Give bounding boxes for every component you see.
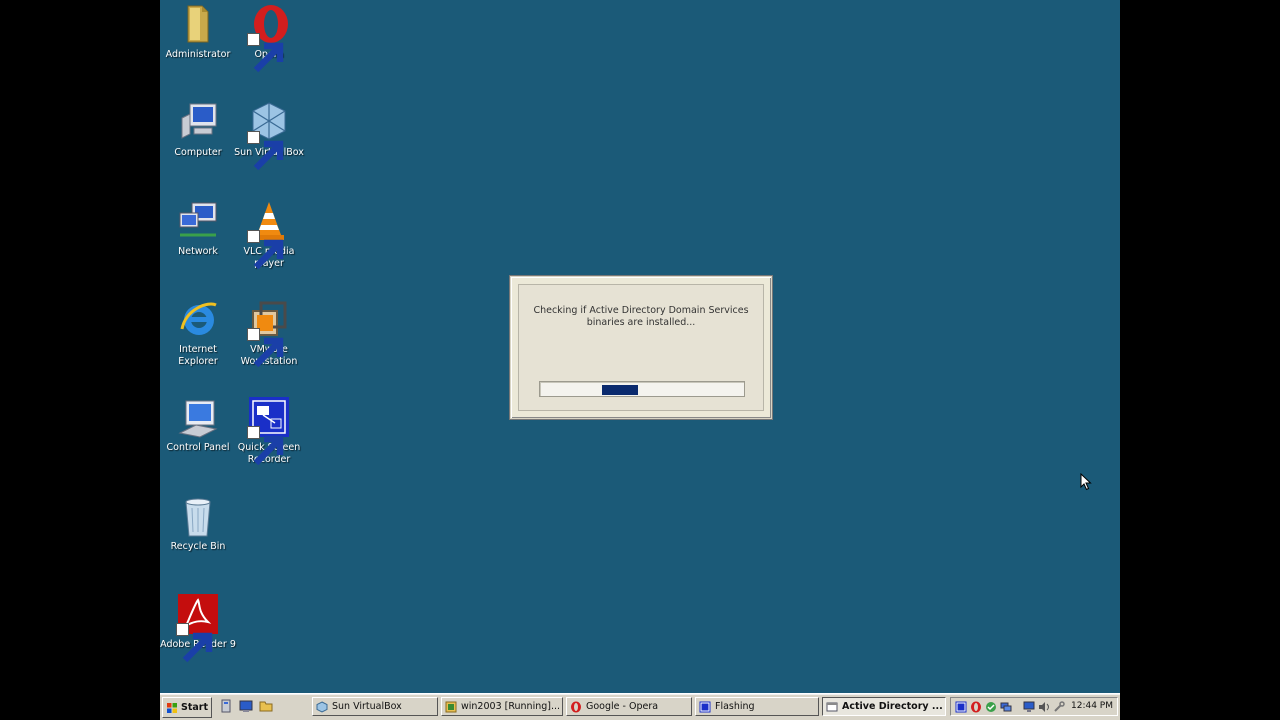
dialog-panel: Checking if Active Directory Domain Serv… bbox=[518, 284, 764, 411]
security-tray-icon[interactable] bbox=[985, 701, 997, 713]
shortcut-arrow-icon bbox=[247, 328, 284, 368]
desktop-icon-administrator[interactable]: Administrator bbox=[160, 2, 236, 61]
opera-icon bbox=[247, 2, 291, 73]
clock[interactable]: 12:44 PM bbox=[1071, 701, 1113, 711]
desktop-icon-label: Control Panel bbox=[166, 442, 230, 453]
windows-explorer-icon[interactable] bbox=[259, 699, 273, 713]
taskbar-item-win2003[interactable]: win2003 [Running]... bbox=[441, 697, 563, 716]
desktop-icon-label: Internet Explorer bbox=[178, 344, 218, 367]
desktop: Administrator Opera Computer Sun Virtual… bbox=[160, 0, 1120, 720]
opera-tray-icon[interactable] bbox=[970, 701, 982, 713]
control-panel-icon bbox=[176, 395, 220, 439]
progress-bar bbox=[539, 381, 745, 397]
network-tray-icon[interactable] bbox=[1000, 701, 1012, 713]
dialog-window-icon bbox=[826, 701, 838, 713]
network-icon bbox=[176, 199, 220, 243]
recorder-tray-icon[interactable] bbox=[955, 701, 967, 713]
recycle-bin-icon bbox=[176, 494, 220, 538]
taskbar-item-active-directory[interactable]: Active Directory ... bbox=[822, 697, 946, 716]
desktop-icon-virtualbox[interactable]: Sun VirtualBox bbox=[231, 100, 307, 171]
taskbar-item-sun-virtualbox[interactable]: Sun VirtualBox bbox=[312, 697, 438, 716]
virtualbox-icon bbox=[316, 700, 328, 713]
server-manager-icon[interactable] bbox=[219, 699, 233, 713]
display-tray-icon[interactable] bbox=[1023, 701, 1035, 713]
internet-explorer-icon bbox=[176, 297, 220, 341]
shortcut-arrow-icon bbox=[247, 33, 284, 73]
start-label: Start bbox=[180, 702, 209, 713]
show-desktop-icon[interactable] bbox=[239, 699, 253, 713]
desktop-icon-vmware[interactable]: VMware Workstation bbox=[231, 297, 307, 368]
volume-tray-icon[interactable] bbox=[1038, 701, 1050, 713]
tool-tray-icon[interactable] bbox=[1053, 701, 1065, 713]
desktop-icon-computer[interactable]: Computer bbox=[160, 100, 236, 159]
ad-install-progress-dialog: Checking if Active Directory Domain Serv… bbox=[510, 276, 772, 419]
dialog-message: Checking if Active Directory Domain Serv… bbox=[533, 305, 749, 328]
screen-recorder-icon bbox=[247, 395, 291, 466]
computer-icon bbox=[176, 100, 220, 144]
taskbar: Start Sun VirtualBox win2003 [Running]..… bbox=[160, 693, 1120, 720]
taskbar-item-label: Sun VirtualBox bbox=[332, 701, 402, 712]
system-tray: 12:44 PM bbox=[950, 697, 1118, 716]
desktop-icon-opera[interactable]: Opera bbox=[231, 2, 307, 73]
vmware-icon bbox=[247, 297, 291, 368]
taskbar-item-label: Flashing bbox=[715, 701, 755, 712]
desktop-icon-internet-explorer[interactable]: Internet Explorer bbox=[160, 297, 236, 368]
virtualbox-icon bbox=[247, 100, 291, 171]
taskbar-item-label: win2003 [Running]... bbox=[461, 701, 561, 712]
adobe-reader-icon bbox=[176, 592, 220, 663]
desktop-icon-network[interactable]: Network bbox=[160, 199, 236, 258]
desktop-icon-quick-screen-recorder[interactable]: Quick Screen Recorder bbox=[231, 395, 307, 466]
opera-icon bbox=[570, 701, 582, 713]
taskbar-item-label: Google - Opera bbox=[586, 701, 659, 712]
shortcut-arrow-icon bbox=[176, 623, 213, 663]
desktop-icon-vlc[interactable]: VLC media player bbox=[231, 199, 307, 270]
shortcut-arrow-icon bbox=[247, 230, 284, 270]
desktop-icon-recycle-bin[interactable]: Recycle Bin bbox=[160, 494, 236, 553]
desktop-icon-label: Administrator bbox=[165, 49, 231, 60]
taskbar-item-flashing[interactable]: Flashing bbox=[695, 697, 819, 716]
shortcut-arrow-icon bbox=[247, 131, 284, 171]
desktop-icon-control-panel[interactable]: Control Panel bbox=[160, 395, 236, 454]
vlc-cone-icon bbox=[247, 199, 291, 270]
taskbar-item-label: Active Directory ... bbox=[842, 701, 943, 712]
desktop-icon-label: Network bbox=[178, 246, 218, 257]
taskbar-item-google-opera[interactable]: Google - Opera bbox=[566, 697, 692, 716]
desktop-icon-adobe-reader[interactable]: Adobe Reader 9 bbox=[160, 592, 236, 663]
progress-marquee-chunk bbox=[602, 385, 638, 395]
windows-flag-icon bbox=[166, 702, 177, 713]
folder-icon bbox=[176, 2, 220, 46]
mouse-cursor-icon bbox=[1080, 472, 1092, 491]
desktop-icon-label: Computer bbox=[174, 147, 222, 158]
start-button[interactable]: Start bbox=[162, 697, 212, 718]
desktop-icon-label: Recycle Bin bbox=[170, 541, 226, 552]
vm-window-icon bbox=[445, 701, 457, 713]
recorder-icon bbox=[699, 701, 711, 713]
shortcut-arrow-icon bbox=[247, 426, 284, 466]
